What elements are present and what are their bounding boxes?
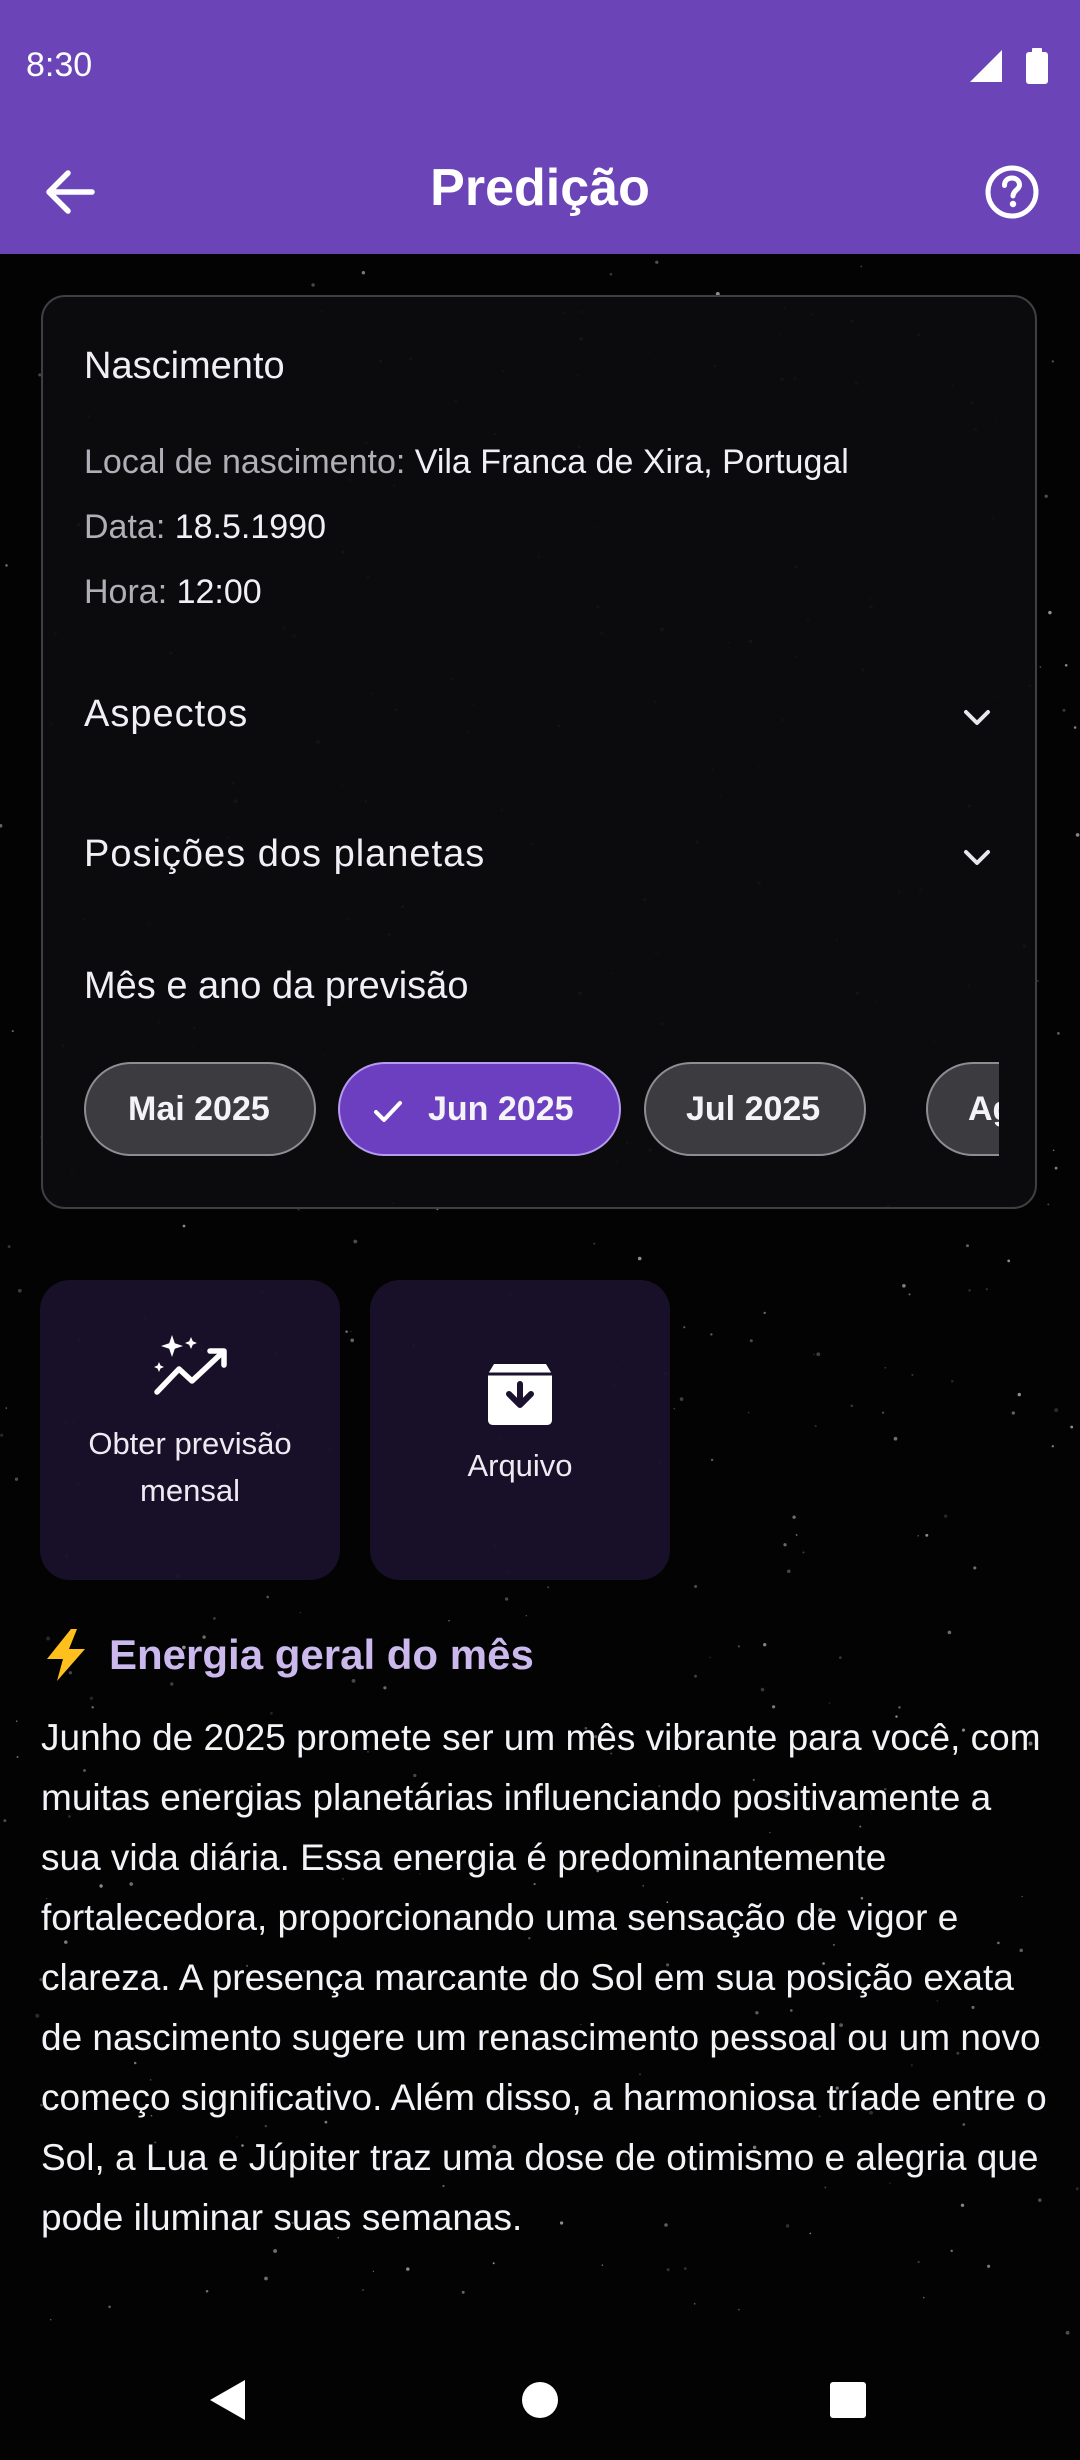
birth-time-label: Hora: <box>84 573 168 611</box>
chevron-down-icon <box>964 710 990 725</box>
archive-icon <box>488 1364 552 1425</box>
birth-card: Nascimento Local de nascimento: Vila Fra… <box>41 295 1037 1209</box>
month-chip-label: Mai 2025 <box>128 1090 270 1128</box>
birth-time: Hora: 12:00 <box>84 573 262 612</box>
month-chip-ago-2025[interactable]: Ago 2025 <box>926 1062 999 1156</box>
forecast-section-heading: Energia geral do mês <box>41 1627 941 1687</box>
forecast-month-heading: Mês e ano da previsão <box>84 965 469 1007</box>
aspects-label: Aspectos <box>84 693 249 735</box>
archive-button[interactable]: Arquivo <box>370 1280 670 1580</box>
month-chip-mai-2025[interactable]: Mai 2025 <box>84 1062 316 1156</box>
birth-date: Data: 18.5.1990 <box>84 508 326 547</box>
help-button[interactable] <box>974 154 1050 230</box>
month-chip-label: Jul 2025 <box>686 1090 821 1128</box>
birth-place: Local de nascimento: Vila Franca de Xira… <box>84 443 849 482</box>
forecast-section-title: Energia geral do mês <box>109 1631 534 1678</box>
chevron-down-icon <box>964 850 990 865</box>
status-icons <box>970 48 1048 84</box>
sparkle-chart-icon <box>154 1335 227 1395</box>
month-chip-jun-2025[interactable]: Jun 2025 <box>338 1062 621 1156</box>
get-monthly-forecast-label: Obter previsão mensal <box>88 1426 292 1508</box>
month-chip-label: Jun 2025 <box>428 1090 574 1128</box>
month-chip-label: Ago 2025 <box>968 1090 999 1128</box>
birth-place-label: Local de nascimento: <box>84 443 406 481</box>
status-bar: 8:30 <box>0 0 1080 132</box>
back-triangle-icon[interactable] <box>197 2370 257 2430</box>
signal-icon <box>970 50 1002 82</box>
recents-square-icon[interactable] <box>818 2370 878 2430</box>
lightning-bolt-icon <box>47 1629 85 1681</box>
birth-heading: Nascimento <box>84 345 285 387</box>
birth-date-value: 18.5.1990 <box>174 508 326 546</box>
get-monthly-forecast-button[interactable]: Obter previsão mensal <box>40 1280 340 1580</box>
planet-positions-label: Posições dos planetas <box>84 833 486 875</box>
archive-label: Arquivo <box>467 1448 573 1483</box>
birth-date-label: Data: <box>84 508 166 546</box>
battery-icon <box>1026 48 1048 84</box>
app-bar: Predição <box>0 132 1080 254</box>
check-icon <box>374 1101 402 1122</box>
forecast-text: Junho de 2025 promete ser um mês vibrant… <box>41 1717 1047 2238</box>
home-circle-icon[interactable] <box>510 2370 570 2430</box>
help-circle-icon <box>985 165 1039 219</box>
birth-time-value: 12:00 <box>176 573 262 611</box>
page-title: Predição <box>430 159 650 217</box>
system-nav-bar <box>0 2340 1080 2460</box>
month-chip-list[interactable]: Mai 2025 Jun 2025 Jul 2025 Ago 2025 <box>84 1062 999 1158</box>
month-chip-jul-2025[interactable]: Jul 2025 <box>644 1062 866 1156</box>
birth-place-value: Vila Franca de Xira, Portugal <box>414 443 849 481</box>
planet-positions-expander[interactable]: Posições dos planetas <box>84 809 999 901</box>
status-time: 8:30 <box>26 46 93 84</box>
aspects-expander[interactable]: Aspectos <box>84 669 999 761</box>
